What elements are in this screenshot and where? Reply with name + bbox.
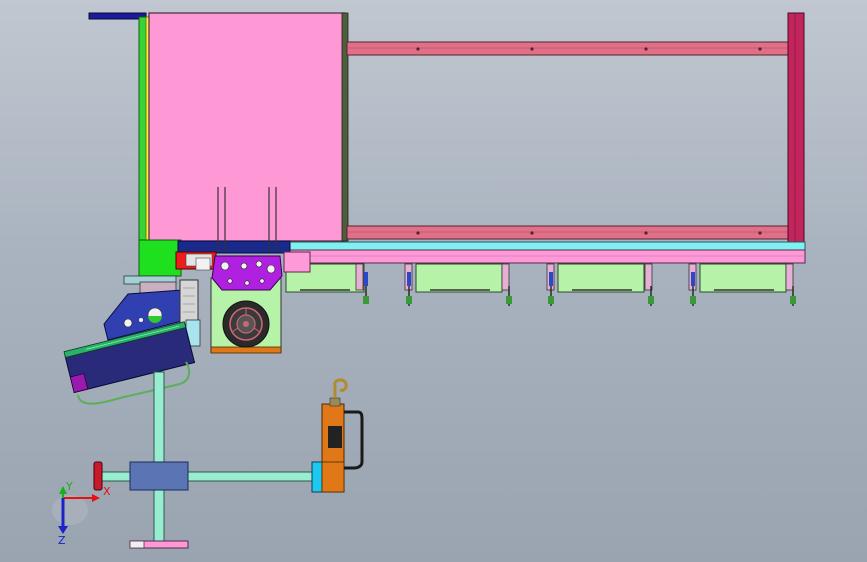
red-end-cap	[93, 461, 103, 491]
cyan-connector	[311, 461, 323, 493]
gripper-module-3	[546, 263, 654, 306]
right-post	[787, 12, 805, 244]
navy-bar	[177, 240, 291, 254]
beam-underside	[289, 249, 806, 264]
gripper-module-4	[688, 263, 796, 306]
vertical-tube	[153, 371, 165, 543]
top-rail	[346, 41, 790, 56]
handle-loop	[344, 410, 364, 470]
hook-top	[333, 378, 348, 398]
green-block	[138, 239, 182, 277]
bottom-rail	[346, 225, 790, 240]
coordinate-triad: X Y Z	[52, 480, 111, 547]
cylinder	[179, 279, 199, 325]
y-axis-label: Y	[65, 480, 73, 493]
cad-drawing: X Y Z	[52, 12, 806, 549]
pink-cap	[283, 251, 311, 273]
pink-panel	[148, 12, 346, 242]
cad-viewport[interactable]: X Y Z	[0, 0, 867, 562]
x-axis-label: X	[103, 485, 111, 498]
steel-block	[129, 461, 189, 491]
top-blue-bar	[88, 12, 147, 20]
motor-base	[210, 346, 282, 354]
z-axis-label: Z	[58, 534, 66, 547]
gripper-module-2	[404, 263, 512, 306]
